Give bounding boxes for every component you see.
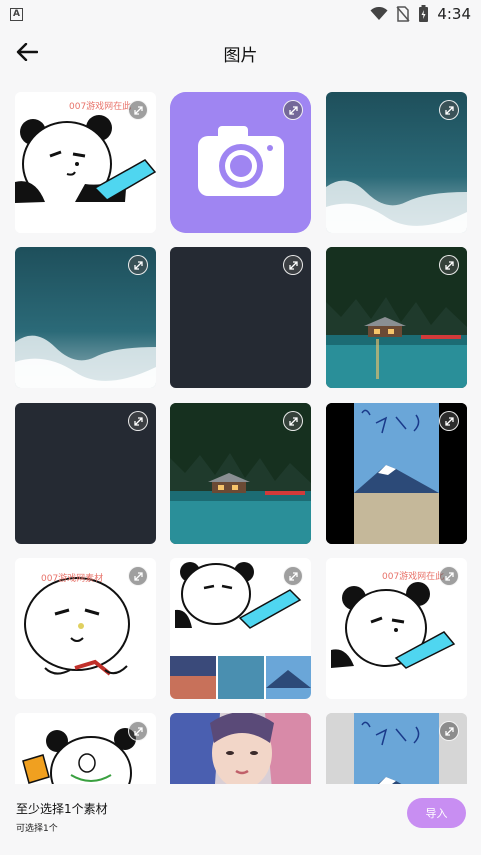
selection-hint: 至少选择1个素材	[16, 802, 108, 816]
expand-preview-button[interactable]	[439, 255, 459, 275]
status-bar: A 4:34	[0, 0, 481, 28]
expand-icon	[133, 571, 143, 581]
import-button[interactable]: 导入	[407, 798, 466, 828]
expand-preview-button[interactable]	[283, 100, 303, 120]
expand-icon	[133, 105, 143, 115]
expand-preview-button[interactable]	[439, 721, 459, 741]
expand-icon	[288, 416, 298, 426]
grid-tile[interactable]	[15, 247, 156, 388]
expand-preview-button[interactable]	[439, 100, 459, 120]
no-sim-icon	[396, 6, 410, 22]
expand-preview-button[interactable]	[283, 255, 303, 275]
expand-preview-button[interactable]	[283, 566, 303, 586]
watermark-text: 007游戏网在此	[69, 102, 132, 112]
expand-icon	[288, 260, 298, 270]
expand-preview-button[interactable]	[128, 721, 148, 741]
expand-icon	[444, 726, 454, 736]
expand-preview-button[interactable]	[128, 566, 148, 586]
app-header: 图片	[0, 28, 481, 76]
wifi-icon	[370, 7, 388, 20]
grid-tile[interactable]	[170, 247, 311, 388]
selection-bar: 至少选择1个素材 可选择1个 导入	[0, 784, 481, 855]
battery-charging-icon	[419, 5, 429, 22]
grid-tile[interactable]	[326, 247, 467, 388]
grid-tile[interactable]	[326, 92, 467, 233]
watermark-text: 007游戏网素材	[41, 574, 104, 584]
grid-tile[interactable]	[326, 713, 467, 784]
grid-tile[interactable]	[170, 92, 311, 233]
selection-limit: 可选择1个	[16, 824, 58, 834]
expand-icon	[133, 260, 143, 270]
expand-preview-button[interactable]	[128, 100, 148, 120]
expand-icon	[288, 571, 298, 581]
grid-tile[interactable]	[170, 403, 311, 544]
expand-icon	[133, 416, 143, 426]
expand-icon	[288, 105, 298, 115]
status-time: 4:34	[437, 5, 471, 23]
grid-tile[interactable]	[15, 403, 156, 544]
expand-preview-button[interactable]	[283, 411, 303, 431]
watermark-text: 007游戏网在此	[382, 572, 445, 582]
expand-preview-button[interactable]	[128, 255, 148, 275]
portrait-girl-image	[170, 713, 311, 784]
expand-icon	[444, 105, 454, 115]
accessibility-indicator-icon: A	[10, 7, 23, 21]
expand-icon	[133, 726, 143, 736]
grid-tile[interactable]	[170, 713, 311, 784]
grid-tile[interactable]	[170, 558, 311, 699]
grid-tile[interactable]	[326, 403, 467, 544]
expand-preview-button[interactable]	[128, 411, 148, 431]
expand-preview-button[interactable]	[439, 566, 459, 586]
expand-icon	[444, 260, 454, 270]
expand-icon	[444, 571, 454, 581]
grid-tile[interactable]: 007游戏网素材	[15, 558, 156, 699]
page-title: 图片	[223, 46, 258, 66]
image-grid[interactable]: 007游戏网在此 007游戏网素材 007游戏网在此	[15, 92, 467, 784]
grid-tile[interactable]	[15, 713, 156, 784]
grid-tile[interactable]: 007游戏网在此	[326, 558, 467, 699]
grid-tile[interactable]: 007游戏网在此	[15, 92, 156, 233]
expand-preview-button[interactable]	[439, 411, 459, 431]
expand-icon	[444, 416, 454, 426]
